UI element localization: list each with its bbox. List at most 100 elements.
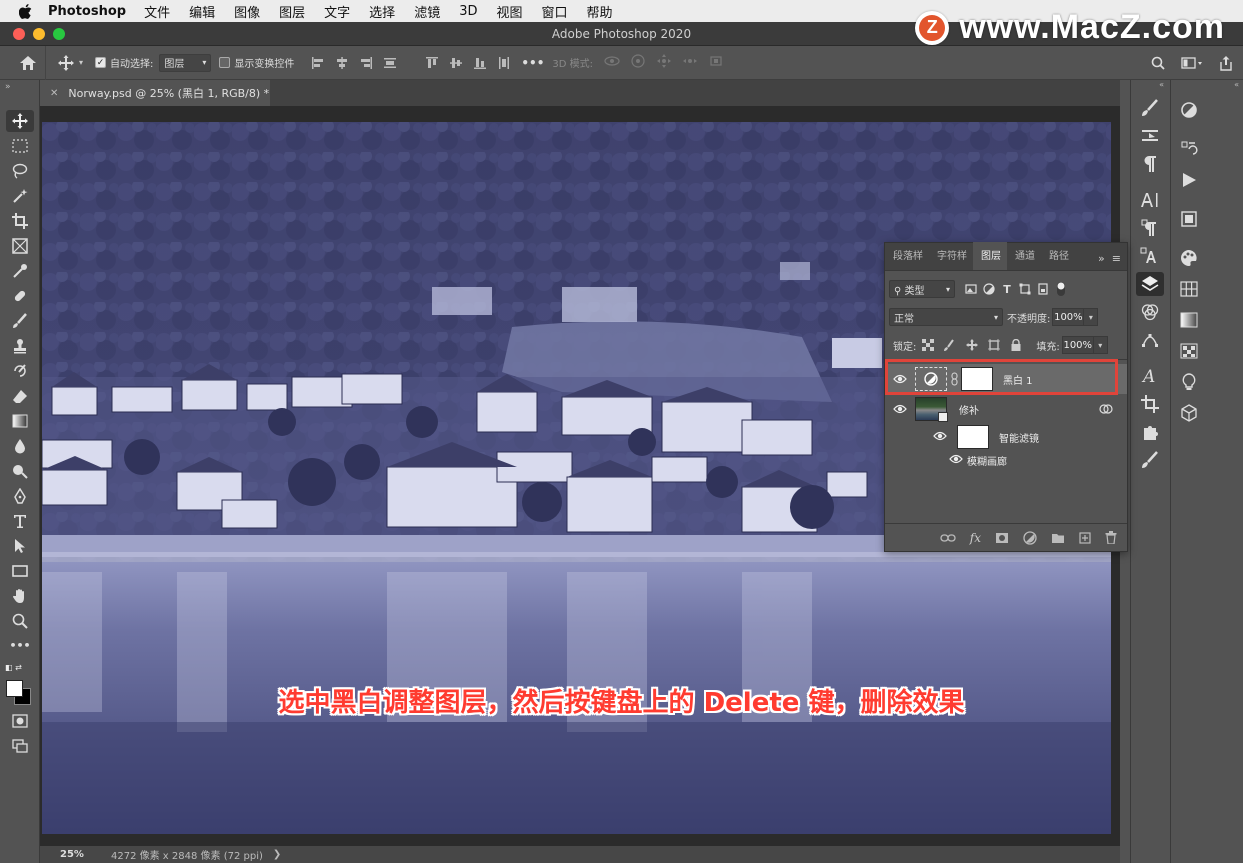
layer-thumbnail[interactable]	[915, 397, 948, 422]
marquee-tool[interactable]	[0, 133, 40, 158]
panel-menu-icon[interactable]: » ≡	[1098, 252, 1121, 265]
move-tool[interactable]	[0, 108, 40, 133]
clone-stamp-tool[interactable]	[0, 333, 40, 358]
tab-paths[interactable]: 路径	[1041, 242, 1075, 270]
menu-filter[interactable]: 滤镜	[414, 2, 440, 21]
align-top-icon[interactable]	[425, 56, 439, 70]
eyedropper-tool[interactable]	[0, 258, 40, 283]
edit-toolbar-button[interactable]: •••	[0, 633, 40, 658]
pan-3d-icon[interactable]	[656, 54, 672, 71]
chevron-down-icon[interactable]: ▾	[1084, 308, 1099, 326]
character-panel-button[interactable]	[1131, 186, 1169, 214]
mask-link-icon[interactable]	[949, 372, 959, 386]
layer-mask-thumbnail[interactable]	[961, 367, 993, 391]
layer-row-bw-adjustment[interactable]: 黑白 1	[885, 364, 1127, 394]
hand-tool[interactable]	[0, 583, 40, 608]
gradient-tool[interactable]	[0, 408, 40, 433]
blur-tool[interactable]	[0, 433, 40, 458]
type-filter-icon[interactable]: T	[1001, 283, 1013, 296]
align-right-icon[interactable]	[359, 56, 373, 70]
smart-object-filter-icon[interactable]	[1037, 283, 1049, 295]
channels-panel-button[interactable]	[1131, 298, 1169, 326]
screen-mode-button[interactable]	[0, 733, 40, 758]
menu-help[interactable]: 帮助	[587, 2, 613, 21]
lasso-tool[interactable]	[0, 158, 40, 183]
brush-presets-panel-button[interactable]	[1131, 122, 1169, 150]
auto-select-dropdown[interactable]: 图层 ▾	[159, 53, 212, 72]
history-panel-button[interactable]	[1171, 134, 1207, 164]
workspace-icon[interactable]	[1181, 56, 1203, 70]
auto-select-checkbox[interactable]: ✓	[95, 57, 107, 68]
default-colors-icon[interactable]: ◧ ⇄	[5, 663, 22, 672]
filter-kind-dropdown[interactable]: ⚲ 类型 ▾	[889, 280, 955, 298]
gradients-panel-button[interactable]	[1171, 305, 1207, 335]
tab-channels[interactable]: 通道	[1007, 242, 1041, 270]
3d-panel-button[interactable]	[1171, 398, 1207, 428]
align-bottom-icon[interactable]	[473, 56, 487, 70]
history-brush-tool[interactable]	[0, 358, 40, 383]
menu-image[interactable]: 图像	[234, 2, 260, 21]
roll-3d-icon[interactable]	[630, 54, 646, 71]
show-transform-checkbox[interactable]	[219, 57, 231, 68]
zoom-tool[interactable]	[0, 608, 40, 633]
tool-presets-panel-button[interactable]	[1131, 446, 1169, 474]
fx-icon[interactable]: fx	[970, 531, 981, 545]
paragraph-panel-button[interactable]	[1131, 150, 1169, 178]
glyphs-panel-button[interactable]: A	[1131, 362, 1169, 390]
scale-3d-icon[interactable]	[708, 54, 724, 71]
pixel-filter-icon[interactable]	[965, 283, 977, 295]
chevron-down-icon[interactable]: ▾	[1093, 336, 1108, 354]
actions-panel-button[interactable]	[1171, 165, 1207, 195]
align-vcenter-icon[interactable]	[449, 56, 463, 70]
frame-tool[interactable]	[0, 233, 40, 258]
new-group-folder-icon[interactable]	[1051, 532, 1065, 544]
add-mask-icon[interactable]	[995, 532, 1009, 544]
rectangle-tool[interactable]	[0, 558, 40, 583]
distribute-vertical-icon[interactable]	[497, 56, 511, 70]
eye-icon[interactable]	[885, 374, 915, 384]
swatches-panel-button[interactable]	[1171, 274, 1207, 304]
adjustment-thumbnail[interactable]	[915, 367, 947, 391]
eye-icon[interactable]	[933, 431, 957, 444]
eye-icon[interactable]	[949, 454, 963, 467]
paragraph-styles-panel-button[interactable]	[1131, 214, 1169, 242]
tab-paragraph-styles[interactable]: 段落样	[885, 242, 929, 270]
paths-panel-button[interactable]	[1131, 326, 1169, 354]
slide-3d-icon[interactable]	[682, 54, 698, 71]
share-icon[interactable]	[1219, 55, 1233, 71]
healing-brush-tool[interactable]	[0, 283, 40, 308]
filter-item-row[interactable]: 模糊画廊	[885, 450, 1127, 470]
brush-tool[interactable]	[0, 308, 40, 333]
menu-select[interactable]: 选择	[369, 2, 395, 21]
pen-tool[interactable]	[0, 483, 40, 508]
align-left-icon[interactable]	[311, 56, 325, 70]
navigator-panel-button[interactable]	[1171, 204, 1207, 234]
magic-wand-tool[interactable]	[0, 183, 40, 208]
color-panel-button[interactable]	[1171, 243, 1207, 273]
opacity-input[interactable]: 100%	[1052, 308, 1085, 326]
libraries-plugin-panel-button[interactable]	[1131, 418, 1169, 446]
lock-all-icon[interactable]	[1010, 339, 1022, 351]
document-tab[interactable]: ✕ Norway.psd @ 25% (黑白 1, RGB/8) *	[40, 80, 270, 106]
layers-panel-button[interactable]	[1131, 270, 1169, 298]
learn-panel-button[interactable]	[1171, 367, 1207, 397]
path-selection-tool[interactable]	[0, 533, 40, 558]
fill-input[interactable]: 100%	[1061, 336, 1094, 354]
collapse-dock-icon[interactable]: «	[1171, 80, 1243, 94]
lock-pixels-icon[interactable]	[944, 339, 956, 351]
new-layer-icon[interactable]	[1079, 531, 1091, 544]
menu-type[interactable]: 文字	[324, 2, 350, 21]
menu-file[interactable]: 文件	[144, 2, 170, 21]
type-tool[interactable]	[0, 508, 40, 533]
new-adjustment-icon[interactable]	[1023, 530, 1037, 545]
app-menu[interactable]: Photoshop	[48, 4, 126, 19]
move-tool-preset[interactable]: ▾	[58, 54, 83, 71]
lock-artboard-icon[interactable]	[988, 339, 1001, 351]
smart-filters-icon[interactable]	[1099, 403, 1113, 418]
blend-mode-dropdown[interactable]: 正常 ▾	[889, 308, 1003, 326]
lock-position-icon[interactable]	[966, 339, 979, 351]
link-layers-icon[interactable]	[940, 533, 956, 543]
more-options-icon[interactable]: •••	[521, 56, 544, 70]
zoom-level[interactable]: 25%	[40, 849, 95, 860]
chevron-right-icon[interactable]: ❯	[273, 849, 281, 860]
